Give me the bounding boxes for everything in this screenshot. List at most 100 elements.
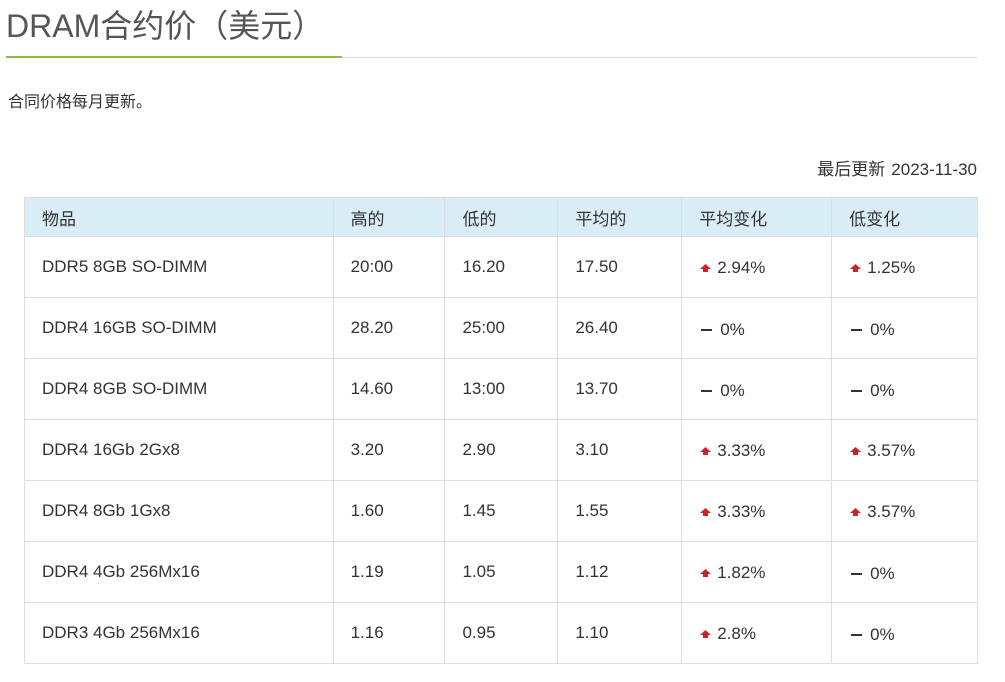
arrow-up-icon [850, 263, 862, 272]
low-price-cell: 1.05 [444, 541, 559, 603]
change-indicator: 1.25% [849, 258, 915, 278]
arrow-up-icon [700, 263, 712, 272]
change-value: 2.94% [717, 257, 766, 277]
average-price-cell: 26.40 [557, 297, 683, 359]
average-change-cell: 3.33% [681, 480, 833, 542]
item-cell: DDR5 8GB SO-DIMM [24, 236, 334, 298]
change-indicator: 2.8% [699, 624, 756, 644]
high-price-cell: 3.20 [332, 419, 446, 481]
change-value: 0% [870, 320, 895, 339]
table-row: DDR5 8GB SO-DIMM 20:00 16.20 17.50 2.94% 1.25… [24, 236, 978, 298]
change-indicator: 3.57% [849, 502, 915, 522]
change-indicator: 1.82% [699, 563, 765, 583]
change-value: 0% [720, 381, 745, 400]
no-change-dash-icon [701, 390, 713, 392]
item-cell: DDR4 8Gb 1Gx8 [24, 480, 334, 542]
column-header-low: 低的 [444, 197, 559, 237]
change-value: 0% [720, 320, 745, 339]
change-indicator: 3.33% [699, 502, 765, 522]
arrow-up-icon [850, 507, 862, 516]
arrow-up-icon [850, 446, 862, 455]
low-price-cell: 0.95 [444, 602, 559, 664]
high-price-cell: 14.60 [332, 358, 446, 420]
change-value: 0% [870, 625, 895, 644]
high-price-cell: 1.16 [332, 602, 446, 664]
title-section: DRAM合约价（美元） [6, 0, 978, 58]
page: DRAM合约价（美元） 合同价格每月更新。 最后更新 2023-11-30 物品 … [0, 0, 1005, 682]
low-price-cell: 25:00 [444, 297, 559, 359]
change-value: 2.8% [717, 623, 756, 643]
change-indicator: 0% [699, 320, 745, 340]
change-value: 1.82% [717, 562, 766, 582]
table-header-row: 物品 高的 低的 平均的 平均变化 低变化 [24, 197, 978, 237]
change-indicator: 3.33% [699, 441, 765, 461]
change-indicator: 0% [849, 320, 895, 340]
average-change-cell: 0% [681, 297, 833, 359]
table-row: DDR4 16Gb 2Gx8 3.20 2.90 3.10 3.33% 3.57% [24, 419, 978, 481]
table-row: DDR4 16GB SO-DIMM 28.20 25:00 26.40 0% 0% [24, 297, 978, 359]
column-header-high: 高的 [332, 197, 446, 237]
change-value: 0% [870, 381, 895, 400]
low-change-cell: 0% [831, 602, 978, 664]
table-row: DDR3 4Gb 256Mx16 1.16 0.95 1.10 2.8% 0% [24, 602, 978, 664]
average-change-cell: 2.94% [681, 236, 833, 298]
average-price-cell: 1.12 [557, 541, 683, 603]
last-updated-date: 2023-11-30 [891, 160, 977, 179]
low-change-cell: 1.25% [831, 236, 978, 298]
change-value: 3.33% [717, 440, 766, 460]
column-header-average: 平均的 [557, 197, 683, 237]
low-change-cell: 3.57% [831, 480, 978, 542]
column-header-average-change: 平均变化 [681, 197, 833, 237]
price-table: 物品 高的 低的 平均的 平均变化 低变化 DDR5 8GB SO-DIMM 20… [24, 197, 978, 664]
arrow-up-icon [700, 629, 712, 638]
arrow-up-icon [700, 507, 712, 516]
item-cell: DDR4 8GB SO-DIMM [24, 358, 334, 420]
average-price-cell: 3.10 [557, 419, 683, 481]
low-change-cell: 0% [831, 358, 978, 420]
page-title: DRAM合约价（美元） [6, 8, 325, 44]
change-indicator: 0% [699, 381, 745, 401]
low-change-cell: 0% [831, 541, 978, 603]
low-price-cell: 13:00 [444, 358, 559, 420]
column-header-item: 物品 [24, 197, 334, 237]
average-price-cell: 1.55 [557, 480, 683, 542]
low-change-cell: 3.57% [831, 419, 978, 481]
no-change-dash-icon [851, 329, 863, 331]
page-subtitle: 合同价格每月更新。 [8, 94, 153, 111]
change-value: 3.57% [867, 501, 916, 521]
low-price-cell: 16.20 [444, 236, 559, 298]
high-price-cell: 1.19 [332, 541, 446, 603]
change-indicator: 0% [849, 381, 895, 401]
low-change-cell: 0% [831, 297, 978, 359]
change-value: 0% [870, 564, 895, 583]
average-change-cell: 2.8% [681, 602, 833, 664]
low-price-cell: 2.90 [444, 419, 559, 481]
average-price-cell: 13.70 [557, 358, 683, 420]
table-row: DDR4 8GB SO-DIMM 14.60 13:00 13.70 0% 0% [24, 358, 978, 420]
item-cell: DDR4 4Gb 256Mx16 [24, 541, 334, 603]
last-updated-label: 最后更新 [817, 160, 886, 179]
title-accent-underline [6, 56, 342, 58]
no-change-dash-icon [851, 390, 863, 392]
high-price-cell: 28.20 [332, 297, 446, 359]
change-indicator: 2.94% [699, 258, 765, 278]
table-row: DDR4 8Gb 1Gx8 1.60 1.45 1.55 3.33% 3.57% [24, 480, 978, 542]
table-row: DDR4 4Gb 256Mx16 1.19 1.05 1.12 1.82% 0% [24, 541, 978, 603]
average-price-cell: 17.50 [557, 236, 683, 298]
last-updated: 最后更新 2023-11-30 [817, 159, 977, 181]
high-price-cell: 1.60 [332, 480, 446, 542]
no-change-dash-icon [851, 573, 863, 575]
low-price-cell: 1.45 [444, 480, 559, 542]
change-value: 3.33% [717, 501, 766, 521]
average-change-cell: 1.82% [681, 541, 833, 603]
change-indicator: 0% [849, 625, 895, 645]
arrow-up-icon [700, 446, 712, 455]
no-change-dash-icon [701, 329, 713, 331]
no-change-dash-icon [851, 634, 863, 636]
change-value: 1.25% [867, 257, 916, 277]
average-change-cell: 3.33% [681, 419, 833, 481]
item-cell: DDR3 4Gb 256Mx16 [24, 602, 334, 664]
item-cell: DDR4 16Gb 2Gx8 [24, 419, 334, 481]
high-price-cell: 20:00 [332, 236, 446, 298]
item-cell: DDR4 16GB SO-DIMM [24, 297, 334, 359]
